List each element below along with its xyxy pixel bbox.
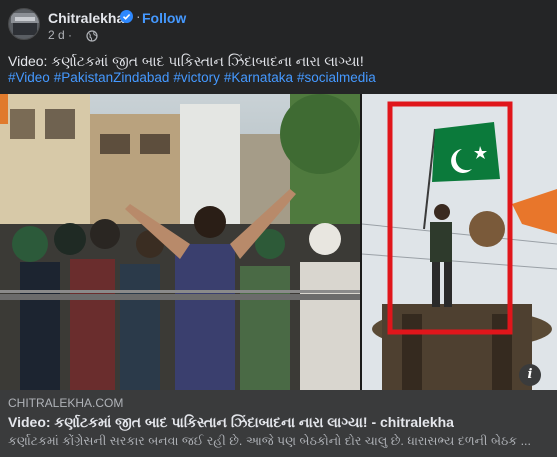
- post-media[interactable]: i: [0, 94, 557, 390]
- link-title[interactable]: Video: કર્ણાટકમાં જીત બાદ પાકિસ્તાન ઝિંદ…: [8, 412, 549, 432]
- hashtag-list: #Video #PakistanZindabad #victory #Karnatak…: [8, 68, 553, 87]
- crowd-photo: [0, 94, 360, 390]
- globe-icon: [86, 29, 98, 42]
- hashtag-karnataka[interactable]: #Karnataka: [224, 70, 293, 85]
- separator: ·: [136, 8, 141, 24]
- link-preview-card[interactable]: CHITRALEKHA.COM Video: કર્ણાટકમાં જીત બા…: [0, 390, 557, 457]
- hashtag-video[interactable]: #Video: [8, 70, 50, 85]
- link-domain: CHITRALEKHA.COM: [8, 396, 124, 410]
- post-header: Chitralekha · Follow 2 d ·: [0, 0, 557, 48]
- hashtag-victory[interactable]: #victory: [173, 70, 220, 85]
- follow-button[interactable]: Follow: [142, 10, 186, 26]
- link-description: કર્ણાટકમાં કોંગ્રેસની સરકાર બનવા જઈ રહી …: [8, 434, 531, 448]
- page-name[interactable]: Chitralekha: [48, 10, 124, 26]
- post-timestamp[interactable]: 2 d ·: [48, 28, 72, 42]
- verified-badge-icon: [120, 10, 133, 23]
- flag-photo: [362, 94, 557, 390]
- hashtag-pakistanzindabad[interactable]: #PakistanZindabad: [54, 70, 170, 85]
- page-avatar[interactable]: [8, 8, 40, 40]
- info-icon[interactable]: i: [519, 364, 541, 386]
- hashtag-socialmedia[interactable]: #socialmedia: [297, 70, 376, 85]
